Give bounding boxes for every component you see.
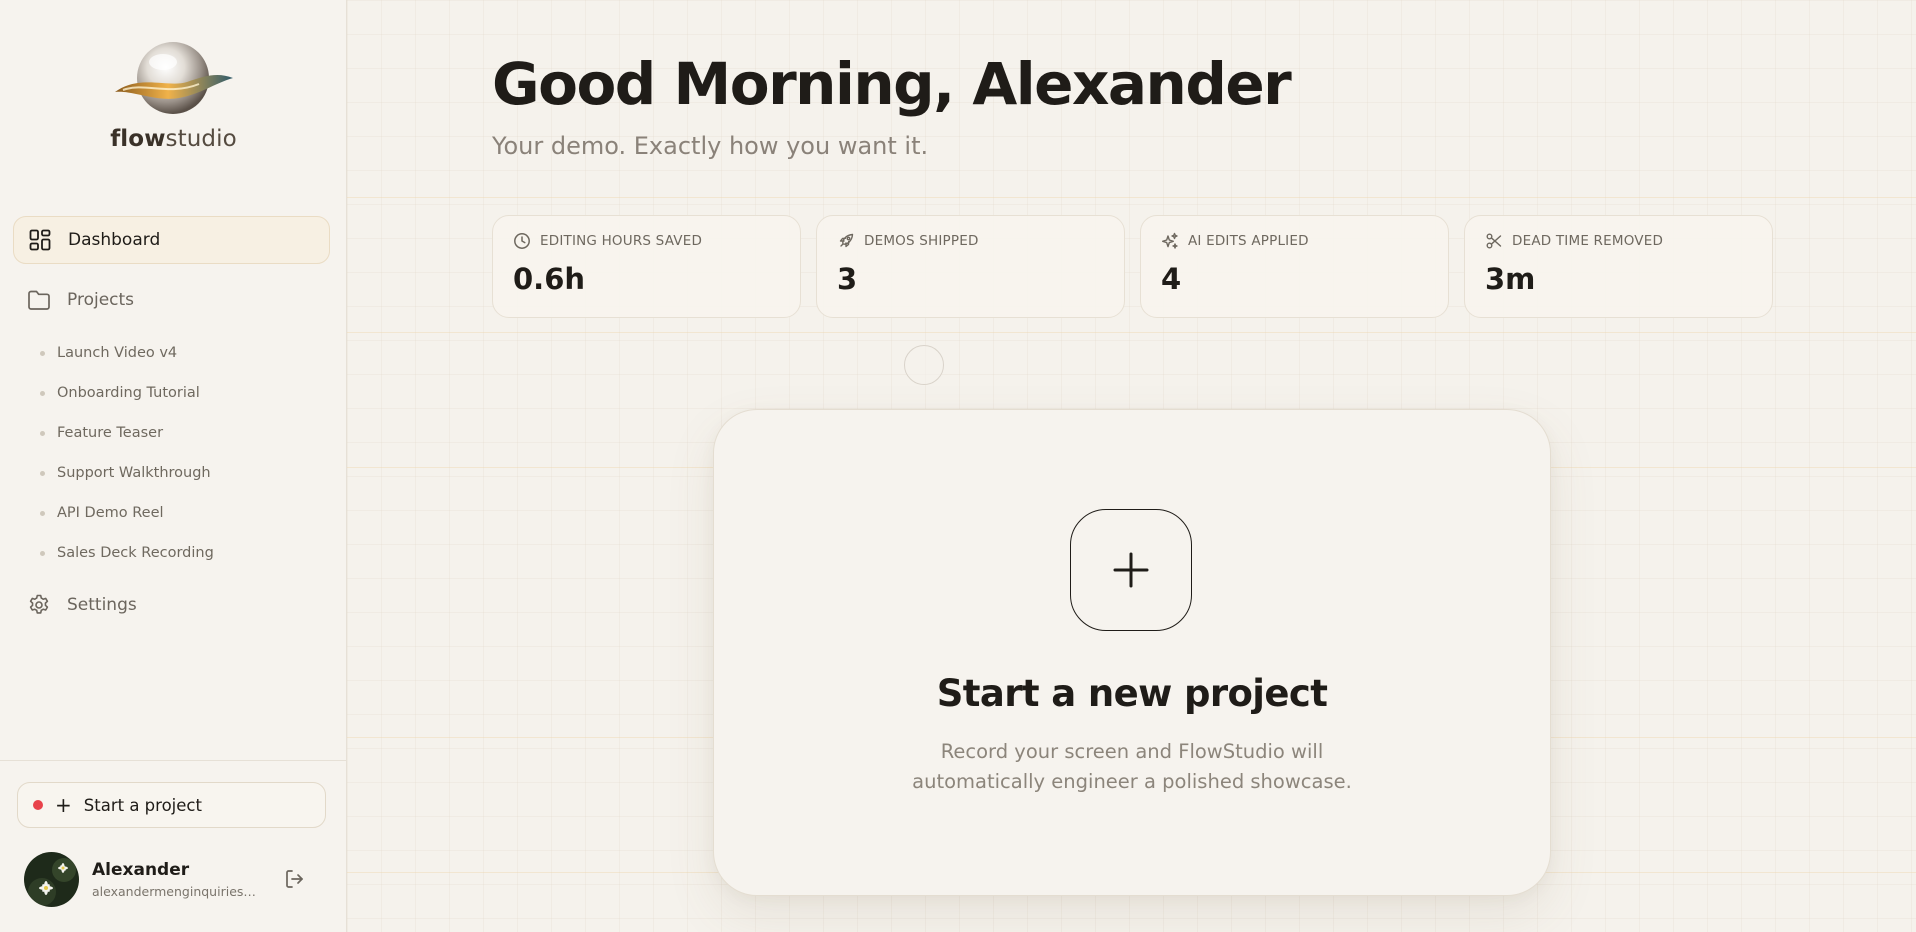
sidebar-item-label: Settings: [67, 595, 137, 615]
project-label: Sales Deck Recording: [57, 545, 214, 561]
scissors-icon: [1485, 232, 1503, 250]
folder-icon: [27, 288, 51, 312]
page-title: Good Morning, Alexander: [492, 50, 1292, 118]
project-list-item[interactable]: Launch Video v4: [40, 340, 177, 366]
stat-card-demos-shipped: DEMOS SHIPPED 3: [816, 215, 1125, 318]
project-list-item[interactable]: Onboarding Tutorial: [40, 380, 200, 406]
sidebar-item-settings[interactable]: Settings: [13, 581, 330, 629]
sidebar-item-projects[interactable]: Projects: [13, 276, 330, 324]
stat-value: 3m: [1485, 262, 1536, 296]
stat-value: 0.6h: [513, 262, 586, 296]
bullet-icon: [40, 390, 45, 396]
bullet-icon: [40, 350, 45, 356]
user-text: Alexander alexandermenginquiries@g...: [92, 860, 262, 899]
stat-label: DEMOS SHIPPED: [864, 233, 979, 249]
stat-card-ai-edits: AI EDITS APPLIED 4: [1140, 215, 1449, 318]
project-list-item[interactable]: Feature Teaser: [40, 420, 163, 446]
project-list-item[interactable]: Sales Deck Recording: [40, 540, 214, 566]
decorative-line: [347, 332, 1916, 333]
rocket-icon: [837, 232, 855, 250]
flowstudio-logo-icon: [114, 42, 233, 114]
new-project-description: Record your screen and FlowStudio will a…: [714, 737, 1550, 797]
project-label: Onboarding Tutorial: [57, 385, 200, 401]
logout-icon[interactable]: [284, 868, 308, 892]
brand[interactable]: flowstudio: [0, 38, 347, 152]
stat-label: DEAD TIME REMOVED: [1512, 233, 1664, 249]
description-line: automatically engineer a polished showca…: [912, 770, 1352, 793]
dashboard-grid-icon: [28, 228, 52, 252]
new-project-button[interactable]: [1070, 509, 1192, 631]
bullet-icon: [40, 470, 45, 476]
user-email: alexandermenginquiries@g...: [92, 883, 257, 899]
start-project-button[interactable]: + Start a project: [17, 782, 326, 828]
stat-label: AI EDITS APPLIED: [1188, 233, 1309, 249]
project-list-item[interactable]: Support Walkthrough: [40, 460, 211, 486]
sidebar-item-label: Dashboard: [68, 230, 161, 250]
sidebar-item-label: Projects: [67, 290, 135, 310]
page-subtitle: Your demo. Exactly how you want it.: [492, 132, 929, 160]
avatar[interactable]: [24, 851, 79, 907]
gear-icon: [27, 593, 51, 617]
app-root: flowstudio Dashboard Projects Launch Vid…: [0, 0, 1916, 932]
brand-name: flowstudio: [110, 126, 237, 152]
new-project-title: Start a new project: [936, 672, 1328, 715]
description-line: Record your screen and FlowStudio will: [940, 740, 1324, 763]
plus-icon: +: [55, 793, 72, 817]
clock-icon: [513, 232, 531, 250]
project-label: Launch Video v4: [57, 345, 178, 361]
record-dot-icon: [33, 800, 43, 810]
project-label: API Demo Reel: [57, 505, 164, 521]
user-profile: Alexander alexandermenginquiries@g...: [24, 851, 324, 907]
stat-value: 4: [1161, 262, 1182, 296]
decorative-line: [347, 197, 1916, 198]
bullet-icon: [40, 430, 45, 436]
main-content: Good Morning, Alexander Your demo. Exact…: [347, 0, 1916, 932]
sidebar: flowstudio Dashboard Projects Launch Vid…: [0, 0, 347, 932]
stat-card-editing-hours: EDITING HOURS SAVED 0.6h: [492, 215, 801, 318]
stat-value: 3: [837, 262, 858, 296]
plus-icon: [1113, 552, 1149, 588]
new-project-card[interactable]: Start a new project Record your screen a…: [713, 409, 1551, 896]
stat-card-dead-time: DEAD TIME REMOVED 3m: [1464, 215, 1773, 318]
user-name: Alexander: [92, 859, 190, 880]
stat-label: EDITING HOURS SAVED: [540, 233, 703, 249]
sidebar-divider: [0, 760, 346, 761]
project-label: Feature Teaser: [57, 425, 164, 441]
cursor-ring: [904, 345, 944, 385]
sparkles-icon: [1161, 232, 1179, 250]
bullet-icon: [40, 550, 45, 556]
bullet-icon: [40, 510, 45, 516]
sidebar-item-dashboard[interactable]: Dashboard: [13, 216, 330, 264]
start-project-label: Start a project: [83, 795, 202, 815]
project-list-item[interactable]: API Demo Reel: [40, 500, 164, 526]
project-label: Support Walkthrough: [57, 465, 211, 481]
